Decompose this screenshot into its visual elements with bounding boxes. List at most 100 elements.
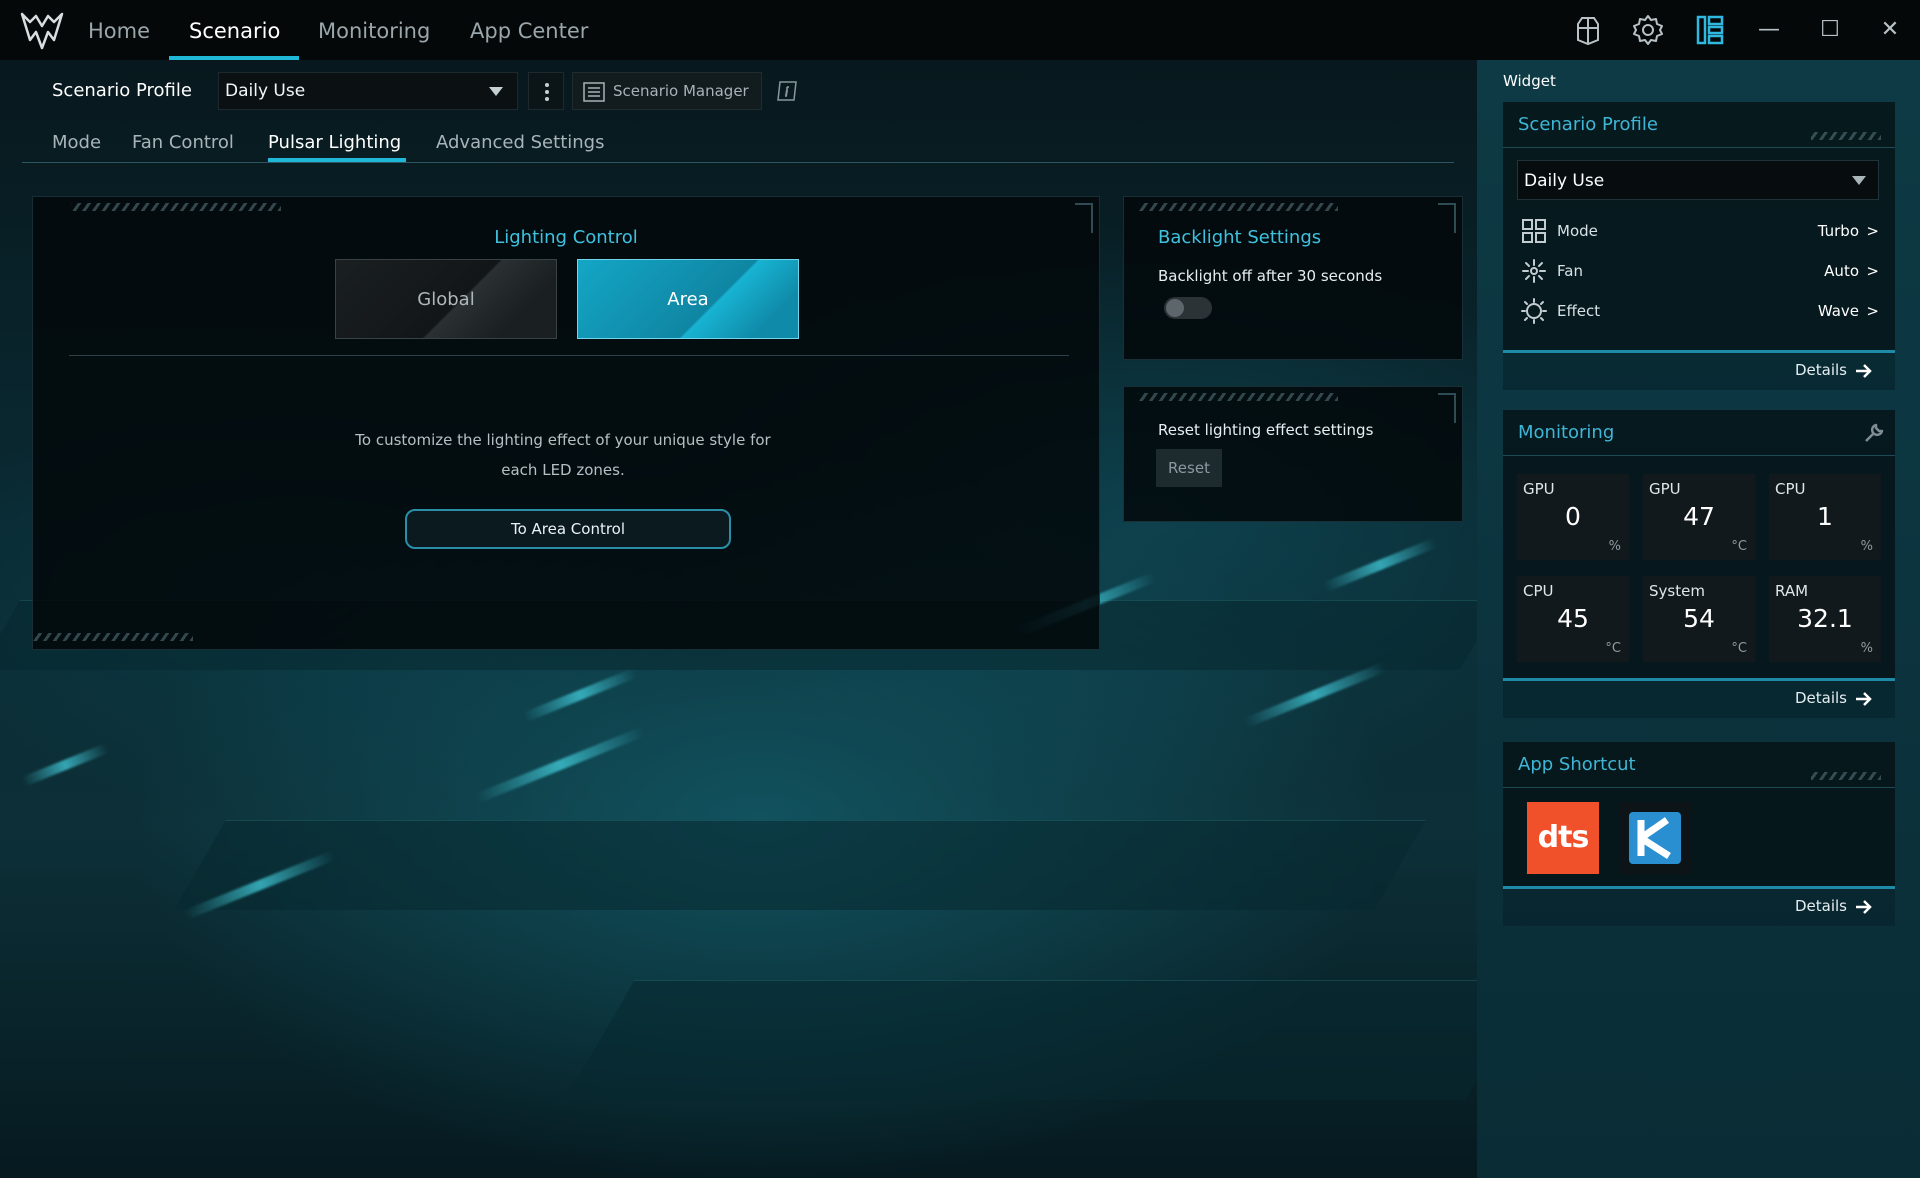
lighting-control-panel: Lighting Control Global Area To customiz… (32, 196, 1100, 650)
tile-value: 1 (1817, 502, 1833, 531)
app-shortcut-widget-title: App Shortcut (1518, 754, 1636, 775)
scenario-profile-select[interactable]: Daily Use (218, 72, 518, 110)
nav-scenario[interactable]: Scenario (189, 0, 280, 60)
bg-slab (565, 980, 1535, 1100)
tile-unit: % (1608, 539, 1621, 554)
header-hatch (1811, 132, 1881, 140)
backlight-off-toggle[interactable] (1164, 297, 1212, 319)
details-label: Details (1794, 361, 1847, 379)
tile-value: 32.1 (1797, 604, 1853, 633)
scenario-profile-widget-header: Scenario Profile (1503, 102, 1895, 148)
more-options-button[interactable] (528, 72, 564, 110)
widget-profile-value: Daily Use (1524, 171, 1605, 191)
tile-value: 47 (1683, 502, 1715, 531)
scenario-profile-details-button[interactable]: Details (1503, 350, 1895, 390)
lighting-divider (69, 355, 1069, 356)
tile-value: 0 (1565, 502, 1581, 531)
info-icon[interactable] (776, 80, 798, 102)
close-icon[interactable]: ✕ (1872, 12, 1908, 48)
details-label: Details (1794, 897, 1847, 915)
killer-app-shortcut[interactable] (1619, 802, 1691, 874)
lighting-description: To customize the lighting effect of your… (355, 431, 771, 479)
dts-logo-text: dts (1537, 820, 1590, 855)
scenario-profile-widget-title: Scenario Profile (1518, 114, 1658, 135)
widget-fan-label: Fan (1557, 262, 1583, 280)
app-window: Home Scenario Monitoring App Center — ☐ … (0, 0, 1920, 1178)
tile-value: 54 (1683, 604, 1715, 633)
nav-home[interactable]: Home (88, 0, 150, 60)
maximize-icon[interactable]: ☐ (1812, 12, 1848, 48)
effect-sun-icon (1521, 298, 1547, 324)
wrench-icon[interactable] (1863, 422, 1885, 444)
widget-sidebar: Widget Scenario Profile Daily Use Mode T… (1477, 60, 1920, 1178)
app-shortcut-widget-header: App Shortcut (1503, 742, 1895, 788)
app-shortcut-widget: App Shortcut dts Details (1503, 742, 1895, 926)
reset-lighting-panel: Reset lighting effect settings Reset (1123, 386, 1463, 522)
tab-active-indicator (268, 158, 406, 162)
widget-row-mode[interactable]: Mode Turbo > (1521, 216, 1881, 246)
widget-row-effect[interactable]: Effect Wave > (1521, 296, 1881, 326)
backlight-settings-title: Backlight Settings (1158, 227, 1322, 248)
tab-pulsar-lighting[interactable]: Pulsar Lighting (268, 132, 401, 153)
panel-corner (1438, 393, 1456, 423)
chevron-right-icon: > (1866, 262, 1879, 280)
mode-grid-icon (1522, 219, 1546, 243)
monitoring-widget: Monitoring GPU 0 % GPU 47 °C CPU 1 % CPU… (1503, 410, 1895, 718)
to-area-control-button[interactable]: To Area Control (405, 509, 731, 549)
monitoring-widget-title: Monitoring (1518, 422, 1615, 443)
minimize-icon[interactable]: — (1751, 12, 1787, 48)
tab-fan-control[interactable]: Fan Control (132, 132, 234, 153)
chevron-down-icon (1852, 176, 1866, 185)
toggle-knob (1166, 299, 1184, 317)
widget-toggle-icon[interactable] (1694, 14, 1726, 46)
widget-mode-label: Mode (1557, 222, 1598, 240)
tile-name: RAM (1775, 582, 1809, 600)
widget-effect-label: Effect (1557, 302, 1601, 320)
tile-unit: °C (1731, 539, 1747, 554)
tab-mode[interactable]: Mode (52, 132, 101, 153)
chevron-right-icon: > (1866, 222, 1879, 240)
tile-name: CPU (1523, 582, 1554, 600)
bg-streak (522, 667, 638, 723)
bg-slab (174, 820, 1426, 910)
kebab-dot (545, 90, 549, 94)
area-mode-button[interactable]: Area (577, 259, 799, 339)
monitor-tile-cpu-usage: CPU 1 % (1769, 474, 1881, 560)
global-mode-button[interactable]: Global (335, 259, 557, 339)
nav-monitoring[interactable]: Monitoring (318, 0, 430, 60)
widget-effect-value: Wave (1817, 302, 1859, 320)
scenario-manager-button[interactable]: Scenario Manager (572, 72, 762, 110)
tab-divider (22, 162, 1454, 163)
lighting-control-title: Lighting Control (494, 227, 638, 248)
panel-corner (1438, 203, 1456, 233)
tab-advanced-settings[interactable]: Advanced Settings (436, 132, 604, 153)
nav-app-center[interactable]: App Center (470, 0, 588, 60)
widget-title: Widget (1503, 72, 1556, 90)
tile-name: GPU (1523, 480, 1555, 498)
tile-value: 45 (1557, 604, 1589, 633)
tile-unit: % (1860, 539, 1873, 554)
bg-streak (21, 743, 109, 787)
kebab-dot (545, 97, 549, 101)
controller-icon[interactable] (1572, 14, 1604, 46)
widget-row-fan[interactable]: Fan Auto > (1521, 256, 1881, 286)
predator-logo-icon (20, 12, 64, 50)
monitor-tile-system-temp: System 54 °C (1643, 576, 1755, 662)
chevron-right-icon: > (1866, 302, 1879, 320)
settings-gear-icon[interactable] (1632, 14, 1664, 46)
tile-name: GPU (1649, 480, 1681, 498)
widget-profile-select[interactable]: Daily Use (1517, 160, 1879, 200)
app-shortcut-details-button[interactable]: Details (1503, 886, 1895, 926)
dts-app-shortcut[interactable]: dts (1527, 802, 1599, 874)
tile-unit: °C (1731, 641, 1747, 656)
scenario-profile-widget: Scenario Profile Daily Use Mode Turbo > (1503, 102, 1895, 390)
scenario-manager-label: Scenario Manager (613, 82, 749, 100)
bg-streak (1322, 537, 1438, 593)
bg-streak (1243, 662, 1387, 728)
reset-button[interactable]: Reset (1156, 449, 1222, 487)
monitor-tile-cpu-temp: CPU 45 °C (1517, 576, 1629, 662)
scenario-profile-value: Daily Use (225, 81, 306, 101)
monitoring-details-button[interactable]: Details (1503, 678, 1895, 718)
header-hatch (1811, 772, 1881, 780)
killer-logo-icon (1629, 812, 1681, 864)
